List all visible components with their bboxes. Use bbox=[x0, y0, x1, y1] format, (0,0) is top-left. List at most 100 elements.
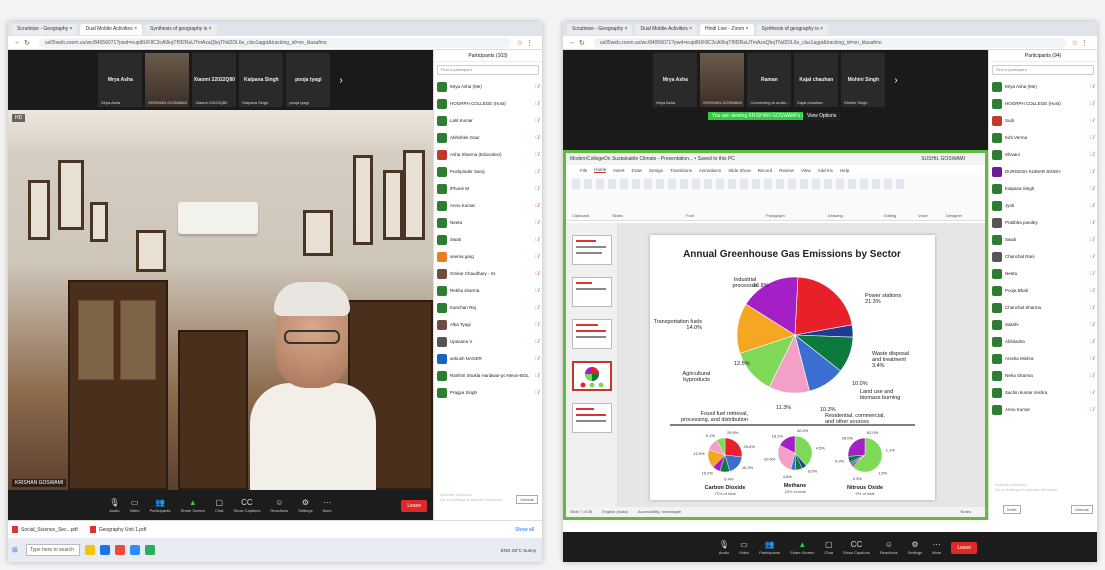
invite-button[interactable]: Invite bbox=[1003, 505, 1021, 514]
participant-row[interactable]: Mrya Asha (Me) 🎙̸ bbox=[437, 78, 539, 95]
participant-search-input[interactable]: Find a participant bbox=[437, 65, 539, 75]
url-field[interactable]: us05web.zoom.us/wc/84056071?pwd=eupt8UF8… bbox=[593, 37, 1066, 48]
ribbon-tool-icon[interactable] bbox=[740, 179, 748, 189]
participant-row[interactable]: iPhone M 🎙̸ bbox=[437, 180, 539, 197]
participant-row[interactable]: Rekha sharma 🎙̸ bbox=[437, 282, 539, 299]
ribbon-tool-icon[interactable] bbox=[644, 179, 652, 189]
windows-start-icon[interactable]: ⊞ bbox=[12, 546, 18, 554]
slide-thumbnail-active[interactable] bbox=[572, 361, 612, 391]
back-icon[interactable]: ← bbox=[14, 39, 21, 46]
ribbon-tool-icon[interactable] bbox=[596, 179, 604, 189]
ribbon-tool-icon[interactable] bbox=[668, 179, 676, 189]
more-button[interactable]: ⋯ More bbox=[323, 498, 332, 513]
ppt-menu-item[interactable]: Design bbox=[649, 168, 663, 173]
notes-button[interactable]: Notes bbox=[961, 507, 971, 517]
ribbon-tool-icon[interactable] bbox=[824, 179, 832, 189]
ribbon-tool-icon[interactable] bbox=[608, 179, 616, 189]
ribbon-tool-icon[interactable] bbox=[680, 179, 688, 189]
chevron-right-icon[interactable]: › bbox=[339, 75, 342, 86]
participant-row[interactable]: Annu Kumar 🎙̸ bbox=[437, 197, 539, 214]
captions-button[interactable]: CC Show Captions bbox=[843, 540, 870, 555]
video-button[interactable]: ▭ Video bbox=[739, 540, 749, 555]
ribbon-tool-icon[interactable] bbox=[776, 179, 784, 189]
video-button[interactable]: ▭ Video bbox=[129, 498, 139, 513]
ppt-menu-item[interactable]: View bbox=[801, 168, 811, 173]
participant-search-input[interactable]: Find a participant bbox=[992, 65, 1094, 75]
participant-row[interactable]: Abhishek Gaur 🎙̸ bbox=[437, 129, 539, 146]
bookmark-icon[interactable]: ☆ bbox=[1072, 39, 1078, 47]
ppt-menu-item[interactable]: Review bbox=[779, 168, 794, 173]
unmute-button[interactable]: Unmute bbox=[1070, 505, 1093, 514]
ppt-menu-item[interactable]: Slide Show bbox=[728, 168, 751, 173]
download-item[interactable]: Social_Science_Sec...pdf bbox=[12, 526, 78, 533]
participant-row[interactable]: Lalit Kumar 🎙̸ bbox=[437, 112, 539, 129]
participant-row[interactable]: Sachin kumar mishra 🎙̸ bbox=[992, 384, 1094, 401]
settings-button[interactable]: ⚙ Settings bbox=[908, 540, 922, 555]
participant-row[interactable]: Sakshi 🎙̸ bbox=[992, 316, 1094, 333]
slide-thumbnail[interactable] bbox=[572, 403, 612, 433]
show-all-link[interactable]: Show all bbox=[515, 527, 534, 533]
ribbon-tool-icon[interactable] bbox=[860, 179, 868, 189]
audio-button[interactable]: 🎙 Audio bbox=[109, 498, 119, 513]
participant-row[interactable]: Asha Sharma (Education) 🎙̸ bbox=[437, 146, 539, 163]
slide-thumbnail[interactable] bbox=[572, 235, 612, 265]
download-item[interactable]: Geography Unit 1.pdf bbox=[89, 526, 146, 533]
ribbon-tool-icon[interactable] bbox=[632, 179, 640, 189]
participant-row[interactable]: Mrya Asha (Me) 🎙̸ bbox=[992, 78, 1094, 95]
ppt-menu-item[interactable]: Transitions bbox=[670, 168, 692, 173]
participant-tile[interactable]: Kalpana Singh Kalpana Singh bbox=[239, 53, 284, 107]
slide-thumbnail[interactable] bbox=[572, 319, 612, 349]
ppt-menu-item[interactable]: Insert bbox=[613, 168, 624, 173]
participant-row[interactable]: ankush NAGER 🎙̸ bbox=[437, 350, 539, 367]
participant-tile-video[interactable]: KRISHAN GOSWAMI bbox=[700, 53, 745, 107]
browser-tab[interactable]: Synthesis of geography is × bbox=[145, 23, 217, 35]
whatsapp-icon[interactable] bbox=[144, 545, 155, 555]
participant-row[interactable]: Pushpinder Saroj 🎙̸ bbox=[437, 163, 539, 180]
ppt-menu-item[interactable]: Animations bbox=[699, 168, 721, 173]
ribbon-tool-icon[interactable] bbox=[836, 179, 844, 189]
ribbon-tool-icon[interactable] bbox=[584, 179, 592, 189]
unmute-button[interactable]: Unmute bbox=[515, 495, 538, 504]
participant-tile[interactable]: Xiaomi 22022Q80 Xiaomi 22022Q80 bbox=[192, 53, 237, 107]
menu-icon[interactable]: ⋮ bbox=[1081, 39, 1088, 47]
leave-button[interactable]: Leave bbox=[951, 542, 977, 554]
ribbon-tool-icon[interactable] bbox=[692, 179, 700, 189]
taskbar-search-input[interactable]: Type here to search bbox=[25, 544, 80, 556]
participant-row[interactable]: Anisha Mishra 🎙̸ bbox=[992, 350, 1094, 367]
ribbon-tool-icon[interactable] bbox=[848, 179, 856, 189]
browser-tab[interactable]: Dual Mobile Activities × bbox=[635, 23, 698, 35]
ribbon-tool-icon[interactable] bbox=[788, 179, 796, 189]
bookmark-icon[interactable]: ☆ bbox=[517, 39, 523, 47]
participant-row[interactable]: Annu Kumar 🎙̸ bbox=[992, 401, 1094, 418]
ribbon-tool-icon[interactable] bbox=[872, 179, 880, 189]
participant-row[interactable]: Neeta 🎙̸ bbox=[992, 265, 1094, 282]
participant-row[interactable]: Pratibha pandey 🎙̸ bbox=[992, 214, 1094, 231]
reactions-button[interactable]: ☺ Reactions bbox=[270, 498, 288, 513]
participant-row[interactable]: Kirti Verma 🎙̸ bbox=[992, 129, 1094, 146]
chevron-right-icon[interactable]: › bbox=[894, 75, 897, 86]
participant-tile[interactable]: Kajal chauhan Kajal chauhan bbox=[794, 53, 839, 107]
reload-icon[interactable]: ↻ bbox=[24, 39, 30, 47]
file-explorer-icon[interactable] bbox=[84, 545, 95, 555]
participant-row[interactable]: seema garg 🎙̸ bbox=[437, 248, 539, 265]
participant-row[interactable]: DURGESH KUMAR SINGH 🎙̸ bbox=[992, 163, 1094, 180]
captions-button[interactable]: CC Show Captions bbox=[233, 498, 260, 513]
slide-thumbnail[interactable] bbox=[572, 277, 612, 307]
participant-row[interactable]: Pooja Bhati 🎙̸ bbox=[992, 282, 1094, 299]
participant-tile[interactable]: Mrya Asha Mrya Asha bbox=[98, 53, 143, 107]
participant-row[interactable]: Pragya Singh 🎙̸ bbox=[437, 384, 539, 401]
ribbon-tool-icon[interactable] bbox=[764, 179, 772, 189]
participants-button[interactable]: 👥 Participants bbox=[759, 540, 780, 555]
participant-row[interactable]: Upasana V 🎙̸ bbox=[437, 333, 539, 350]
participant-tile[interactable]: Raman Connecting to audio... bbox=[747, 53, 792, 107]
participant-row[interactable]: Chanchal Sharma 🎙̸ bbox=[992, 299, 1094, 316]
participant-tile[interactable]: pooja tyagi pooja tyagi bbox=[286, 53, 331, 107]
reactions-button[interactable]: ☺ Reactions bbox=[880, 540, 898, 555]
ribbon-tool-icon[interactable] bbox=[812, 179, 820, 189]
browser-tab[interactable]: Scrutinize - Geography × bbox=[12, 23, 78, 35]
ribbon-tool-icon[interactable] bbox=[752, 179, 760, 189]
ppt-menu-item[interactable]: Draw bbox=[632, 168, 643, 173]
participants-button[interactable]: 👥 Participants bbox=[150, 498, 171, 513]
ribbon-tool-icon[interactable] bbox=[728, 179, 736, 189]
participant-row[interactable]: Chanchal Rani 🎙̸ bbox=[992, 248, 1094, 265]
